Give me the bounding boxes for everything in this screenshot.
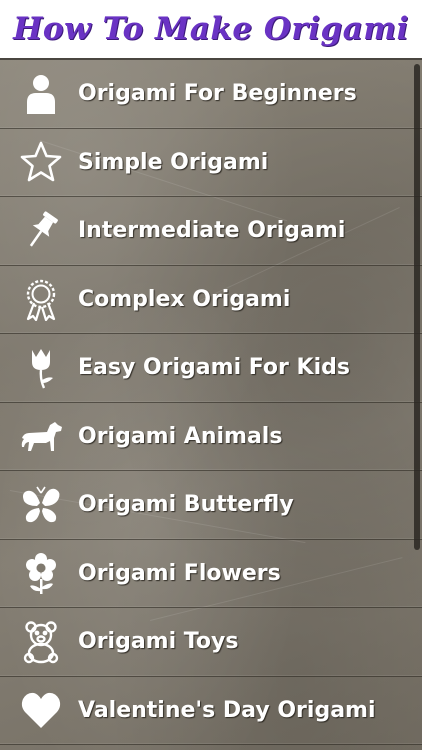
menu-item-label: Complex Origami	[78, 286, 291, 312]
heart-icon	[18, 687, 64, 733]
menu-list[interactable]: Origami For Beginners Simple Origami Int…	[0, 60, 422, 750]
menu-item-label: Origami Animals	[78, 423, 283, 449]
menu-item-label: Easy Origami For Kids	[78, 355, 350, 381]
menu-item-complex-origami[interactable]: Complex Origami	[0, 266, 422, 334]
flower-icon	[18, 550, 64, 596]
menu-item-label: Origami Toys	[78, 629, 239, 655]
menu-item-label: Origami For Beginners	[78, 81, 357, 107]
dog-icon	[18, 413, 64, 459]
menu-item-intermediate-origami[interactable]: Intermediate Origami	[0, 197, 422, 266]
menu-item-valentines-day-origami[interactable]: Valentine's Day Origami	[0, 677, 422, 745]
scrollbar[interactable]	[414, 64, 420, 550]
app-title: How To Make Origami	[13, 11, 409, 47]
tulip-icon	[18, 345, 64, 391]
menu-item-easy-origami-for-kids[interactable]: Easy Origami For Kids	[0, 334, 422, 403]
title-bar: How To Make Origami	[0, 0, 422, 60]
menu-item-label: Simple Origami	[78, 149, 269, 175]
menu-item-origami-flowers[interactable]: Origami Flowers	[0, 540, 422, 608]
pushpin-icon	[18, 208, 64, 254]
butterfly-icon	[18, 482, 64, 528]
menu-item-label: Intermediate Origami	[78, 218, 346, 244]
menu-item-label: Valentine's Day Origami	[78, 697, 376, 723]
menu-item-label: Origami Flowers	[78, 560, 281, 586]
person-icon	[18, 71, 64, 117]
star-icon	[18, 139, 64, 185]
menu-item-origami-butterfly[interactable]: Origami Butterfly	[0, 471, 422, 540]
app-screen: How To Make Origami Origami For Beginner…	[0, 0, 422, 750]
menu-item-label: Origami Butterfly	[78, 492, 294, 518]
menu-item-origami-animals[interactable]: Origami Animals	[0, 403, 422, 471]
teddy-bear-icon	[18, 619, 64, 665]
award-ribbon-icon	[18, 276, 64, 322]
menu-item-simple-origami[interactable]: Simple Origami	[0, 129, 422, 197]
menu-item-origami-for-beginners[interactable]: Origami For Beginners	[0, 60, 422, 129]
menu-item-origami-toys[interactable]: Origami Toys	[0, 608, 422, 677]
